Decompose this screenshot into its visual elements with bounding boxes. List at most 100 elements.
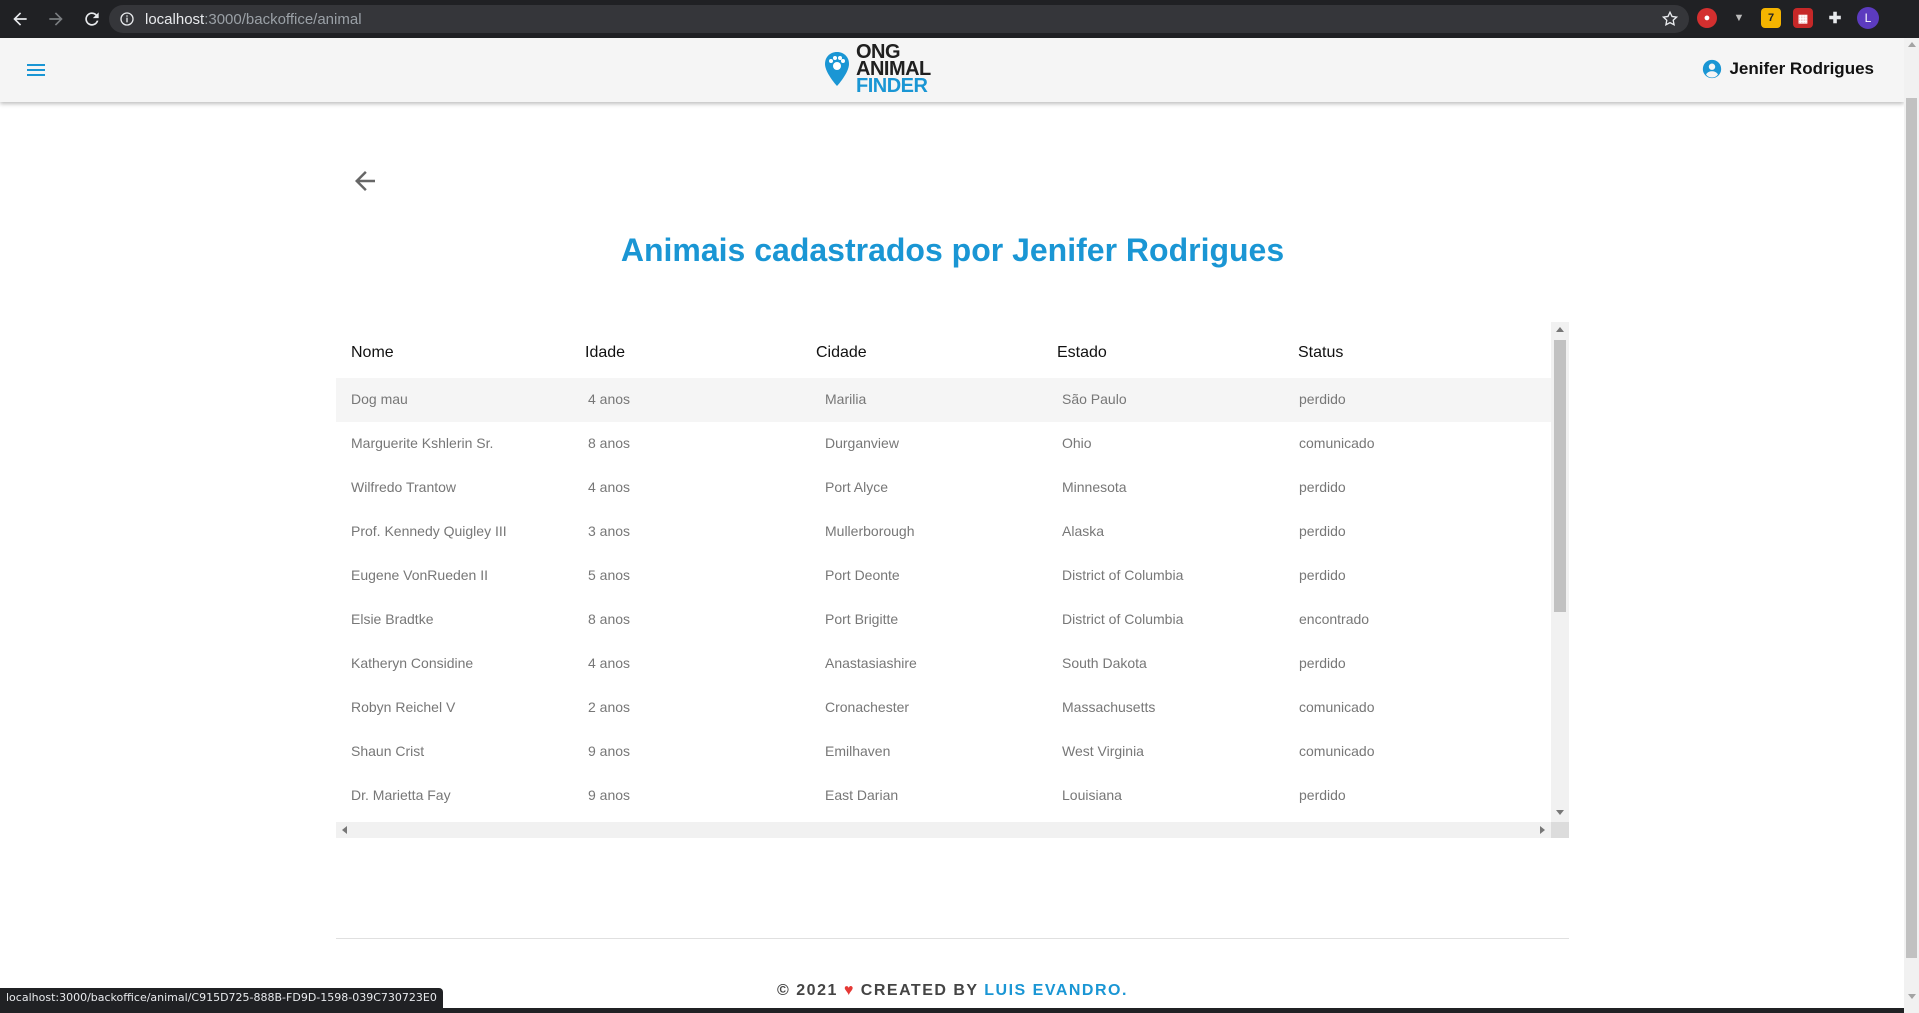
cell-cidade: East Darian	[825, 787, 899, 803]
table-horizontal-scrollbar[interactable]	[336, 822, 1551, 838]
adblock-extension-icon[interactable]: ●	[1697, 8, 1717, 28]
bookmark-star-icon[interactable]	[1661, 10, 1679, 28]
cell-status: perdido	[1299, 655, 1346, 671]
back-arrow-icon[interactable]	[350, 166, 380, 196]
cell-cidade: Emilhaven	[825, 743, 891, 759]
cell-nome: Dr. Marietta Fay	[351, 787, 451, 803]
calendar-extension-icon[interactable]: ▦	[1793, 8, 1813, 28]
cell-estado: South Dakota	[1062, 655, 1147, 671]
cell-cidade: Port Deonte	[825, 567, 900, 583]
cell-status: perdido	[1299, 479, 1346, 495]
cell-cidade: Cronachester	[825, 699, 910, 715]
cell-estado: West Virginia	[1062, 743, 1144, 759]
footer: © 2021 ♥ CREATED BY LUIS EVANDRO.	[336, 982, 1569, 1000]
cell-cidade: Durganview	[825, 435, 899, 451]
info-icon[interactable]	[119, 11, 135, 27]
heart-icon: ♥	[843, 982, 855, 999]
table-row[interactable]: Wilfredo Trantow 4 anos Port Alyce Minne…	[336, 466, 1551, 510]
cell-idade: 3 anos	[588, 523, 631, 539]
table-row[interactable]: Elsie Bradtke 8 anos Port Brigitte Distr…	[336, 598, 1551, 642]
table-scroll-right-arrow[interactable]	[1540, 826, 1545, 834]
cell-idade: 8 anos	[588, 435, 631, 451]
arrow-right-icon	[49, 12, 63, 26]
cell-idade: 5 anos	[588, 567, 631, 583]
table-viewport: Nome Idade Cidade Estado Status Dog mau …	[336, 322, 1551, 822]
cell-nome: Robyn Reichel V	[351, 699, 456, 715]
back-button[interactable]	[4, 3, 36, 35]
page-scroll-up-arrow[interactable]	[1908, 42, 1916, 47]
footer-author-link[interactable]: LUIS EVANDRO.	[984, 982, 1128, 999]
account-circle-icon	[1703, 59, 1722, 79]
profile-avatar[interactable]: L	[1857, 7, 1879, 29]
page-scroll-down-arrow[interactable]	[1908, 994, 1916, 999]
cell-nome: Katheryn Considine	[351, 655, 474, 671]
table-vertical-scrollbar[interactable]	[1551, 322, 1569, 822]
cell-status: perdido	[1299, 523, 1346, 539]
menu-icon[interactable]	[24, 58, 48, 82]
scrollbar-corner	[1551, 822, 1569, 838]
page-scrollbar[interactable]	[1904, 38, 1919, 1013]
table-vertical-scrollbar-thumb[interactable]	[1554, 340, 1566, 612]
cell-nome: Elsie Bradtke	[351, 611, 434, 627]
footer-author-name: LUIS EVANDRO	[984, 982, 1122, 999]
status-bar-url: localhost:3000/backoffice/animal/C915D72…	[0, 988, 443, 1008]
logo-text: ONG ANIMAL FINDER	[856, 42, 931, 97]
cell-idade: 4 anos	[588, 479, 631, 495]
cell-status: comunicado	[1299, 699, 1375, 715]
extension-badge: 7	[1767, 12, 1775, 24]
column-header-idade[interactable]: Idade	[585, 344, 625, 362]
cell-cidade: Anastasiashire	[825, 655, 917, 671]
cell-idade: 9 anos	[588, 743, 631, 759]
footer-period: .	[1121, 982, 1128, 999]
cell-status: perdido	[1299, 391, 1346, 407]
user-menu[interactable]: Jenifer Rodrigues	[1701, 58, 1874, 80]
table-row[interactable]: Eugene VonRueden II 5 anos Port Deonte D…	[336, 554, 1551, 598]
cell-nome: Marguerite Kshlerin Sr.	[351, 435, 494, 451]
table-row[interactable]: Dr. Marietta Fay 9 anos East Darian Loui…	[336, 774, 1551, 818]
footer-copyright: © 2021	[777, 982, 838, 999]
extensions-area: ● ▼ 7 ▦ ✚ L	[1697, 7, 1879, 29]
column-header-estado[interactable]: Estado	[1057, 344, 1107, 362]
vue-devtools-extension-icon[interactable]: ▼	[1729, 8, 1749, 28]
cell-idade: 9 anos	[588, 787, 631, 803]
table-scroll-down-arrow[interactable]	[1556, 810, 1564, 815]
cell-estado: District of Columbia	[1062, 611, 1184, 627]
table-scroll-up-arrow[interactable]	[1556, 327, 1564, 332]
reload-button[interactable]	[76, 3, 108, 35]
table-row[interactable]: Katheryn Considine 4 anos Anastasiashire…	[336, 642, 1551, 686]
animals-table: Nome Idade Cidade Estado Status Dog mau …	[336, 322, 1569, 838]
browser-toolbar: localhost:3000/backoffice/animal ● ▼ 7 ▦…	[0, 0, 1919, 38]
paw-pin-icon	[825, 51, 849, 86]
table-row[interactable]: Dog mau 4 anos Marilia São Paulo perdido	[336, 378, 1551, 422]
table-header: Nome Idade Cidade Estado Status	[336, 322, 1551, 376]
cell-estado: São Paulo	[1062, 391, 1127, 407]
cell-estado: Ohio	[1062, 435, 1092, 451]
puzzle-extensions-icon[interactable]: ✚	[1825, 8, 1845, 28]
cell-nome: Wilfredo Trantow	[351, 479, 457, 495]
table-row[interactable]: Robyn Reichel V 2 anos Cronachester Mass…	[336, 686, 1551, 730]
table-scroll-left-arrow[interactable]	[342, 826, 347, 834]
cell-nome: Prof. Kennedy Quigley III	[351, 523, 507, 539]
column-header-status[interactable]: Status	[1298, 344, 1343, 362]
cell-estado: Massachusetts	[1062, 699, 1156, 715]
table-row[interactable]: Shaun Crist 9 anos Emilhaven West Virgin…	[336, 730, 1551, 774]
logo-line-finder: FINDER	[856, 75, 928, 97]
column-header-nome[interactable]: Nome	[351, 344, 394, 362]
cell-status: encontrado	[1299, 611, 1370, 627]
cell-nome: Dog mau	[351, 391, 408, 407]
address-bar[interactable]: localhost:3000/backoffice/animal	[109, 5, 1689, 33]
table-row[interactable]: Marguerite Kshlerin Sr. 8 anos Durganvie…	[336, 422, 1551, 466]
column-header-cidade[interactable]: Cidade	[816, 344, 867, 362]
cell-status: comunicado	[1299, 435, 1375, 451]
cell-nome: Eugene VonRueden II	[351, 567, 489, 583]
page-scrollbar-thumb[interactable]	[1906, 98, 1917, 958]
logo[interactable]: ONG ANIMAL FINDER	[822, 42, 931, 97]
cell-idade: 2 anos	[588, 699, 631, 715]
notes-extension-icon[interactable]: 7	[1761, 8, 1781, 28]
cell-estado: Alaska	[1062, 523, 1105, 539]
url-host: localhost	[145, 10, 205, 28]
footer-created-by: CREATED BY	[860, 982, 979, 999]
forward-button[interactable]	[40, 3, 72, 35]
reload-icon	[85, 12, 99, 26]
table-row[interactable]: Prof. Kennedy Quigley III 3 anos Mullerb…	[336, 510, 1551, 554]
